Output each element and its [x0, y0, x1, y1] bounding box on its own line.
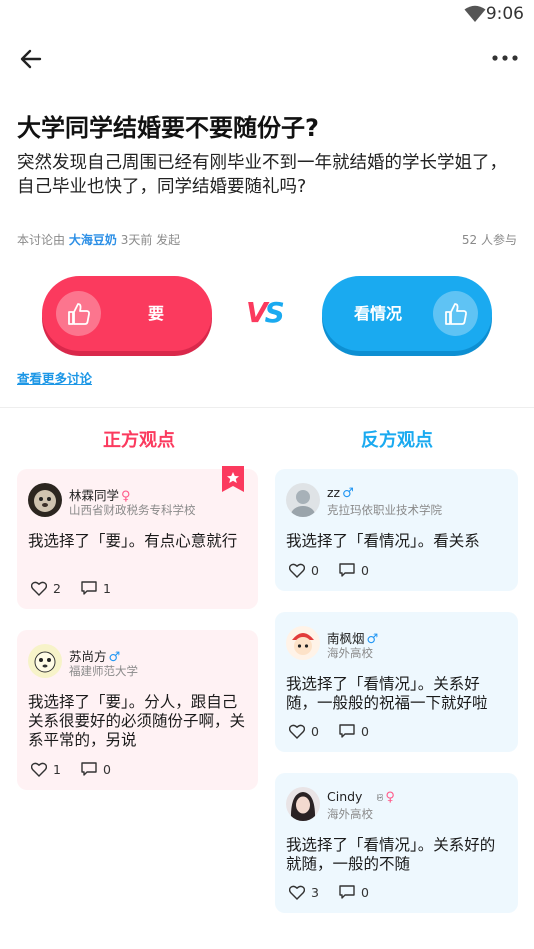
- card-stats: 2 1: [31, 581, 131, 596]
- heart-icon: [289, 563, 305, 578]
- vote-yes-label: 要: [148, 304, 165, 323]
- participant-count: 52 人参与: [461, 233, 517, 247]
- opinion-text: 我选择了「看情况」。关系好的就随，一般的不随: [286, 836, 496, 873]
- con-opinion-card[interactable]: Cindy ଞ ♀ 海外高校 我选择了「看情况」。关系好的就随，一般的不随 3 0: [275, 773, 518, 913]
- card-stats: 0 0: [289, 563, 389, 578]
- like-button[interactable]: 0: [289, 724, 319, 739]
- vote-no-button[interactable]: 看情况: [322, 276, 492, 351]
- opinion-text: 我选择了「要」。分人，跟自己关系很要好的必须随份子啊，关系平常的，另说: [28, 693, 246, 749]
- vote-no-label: 看情况: [354, 304, 403, 323]
- pro-opinion-card[interactable]: 苏尚方 ♂ 福建师范大学 我选择了「要」。分人，跟自己关系很要好的必须随份子啊，关…: [17, 630, 258, 790]
- status-bar: 9:06: [0, 0, 534, 30]
- heart-icon: [31, 762, 47, 777]
- bookmark-icon[interactable]: [222, 466, 244, 492]
- comment-icon: [81, 581, 97, 595]
- vs-logo: VS: [246, 296, 285, 329]
- gender-male-icon: ♂: [342, 486, 354, 501]
- opinion-text: 我选择了「要」。有点心意就行: [28, 532, 238, 550]
- con-opinion-card[interactable]: 南枫烟 ♂ 海外高校 我选择了「看情况」。关系好随，一般般的祝福一下就好啦 0 0: [275, 612, 518, 752]
- avatar[interactable]: [286, 787, 320, 821]
- topic-description: 突然发现自己周围已经有刚毕业不到一年就结婚的学长学姐了，自己毕业也快了，同学结婚…: [17, 153, 507, 197]
- user-name: Cindy ଞ ♀: [327, 789, 395, 805]
- avatar[interactable]: [28, 483, 62, 517]
- thumbs-up-icon: [56, 291, 101, 336]
- like-button[interactable]: 2: [31, 581, 61, 596]
- vote-yes-button[interactable]: 要: [42, 276, 212, 351]
- pro-column-title: 正方观点: [103, 430, 175, 451]
- thumbs-up-icon: [433, 291, 478, 336]
- like-button[interactable]: 3: [289, 885, 319, 900]
- card-stats: 3 0: [289, 885, 389, 900]
- status-time: 9:06: [485, 4, 524, 24]
- heart-icon: [289, 885, 305, 900]
- meta-suffix: 3天前 发起: [120, 233, 181, 247]
- user-badge: ଞ: [376, 791, 384, 804]
- avatar[interactable]: [286, 483, 320, 517]
- topic-title: 大学同学结婚要不要随份子?: [17, 114, 319, 142]
- top-nav: [0, 36, 534, 80]
- opinion-text: 我选择了「看情况」。关系好随，一般般的祝福一下就好啦: [286, 675, 488, 712]
- user-school: 海外高校: [327, 807, 373, 821]
- avatar[interactable]: [286, 626, 320, 660]
- heart-icon: [31, 581, 47, 596]
- comment-icon: [339, 563, 355, 577]
- gender-female-icon: ♀: [385, 790, 395, 805]
- divider: [0, 407, 534, 408]
- user-school: 山西省财政税务专科学校: [69, 503, 196, 517]
- card-stats: 1 0: [31, 762, 131, 777]
- user-school: 福建师范大学: [69, 664, 138, 678]
- like-button[interactable]: 1: [31, 762, 61, 777]
- comment-icon: [81, 762, 97, 776]
- user-name: zz ♂: [327, 485, 354, 501]
- author-link[interactable]: 大海豆奶: [69, 233, 117, 247]
- user-school: 海外高校: [327, 646, 373, 660]
- comment-button[interactable]: 0: [81, 762, 111, 777]
- heart-icon: [289, 724, 305, 739]
- pro-opinion-card[interactable]: 林霖同学 ♀ 山西省财政税务专科学校 我选择了「要」。有点心意就行 2 1: [17, 466, 258, 609]
- avatar[interactable]: [28, 644, 62, 678]
- more-discussions-link[interactable]: 查看更多讨论: [17, 368, 92, 387]
- comment-button[interactable]: 0: [339, 885, 369, 900]
- user-school: 克拉玛依职业技术学院: [327, 503, 442, 517]
- topic-meta: 本讨论由 大海豆奶 3天前 发起 52 人参与: [17, 231, 517, 248]
- back-arrow-icon[interactable]: [18, 46, 44, 72]
- comment-button[interactable]: 0: [339, 724, 369, 739]
- like-button[interactable]: 0: [289, 563, 319, 578]
- wifi-icon: [464, 5, 486, 27]
- opinion-text: 我选择了「看情况」。看关系: [286, 532, 480, 550]
- meta-prefix: 本讨论由: [17, 233, 66, 247]
- card-stats: 0 0: [289, 724, 389, 739]
- comment-button[interactable]: 0: [339, 563, 369, 578]
- con-column-title: 反方观点: [361, 430, 433, 451]
- more-icon[interactable]: [492, 48, 518, 68]
- comment-icon: [339, 724, 355, 738]
- comment-button[interactable]: 1: [81, 581, 111, 596]
- con-opinion-card[interactable]: zz ♂ 克拉玛依职业技术学院 我选择了「看情况」。看关系 0 0: [275, 469, 518, 591]
- comment-icon: [339, 885, 355, 899]
